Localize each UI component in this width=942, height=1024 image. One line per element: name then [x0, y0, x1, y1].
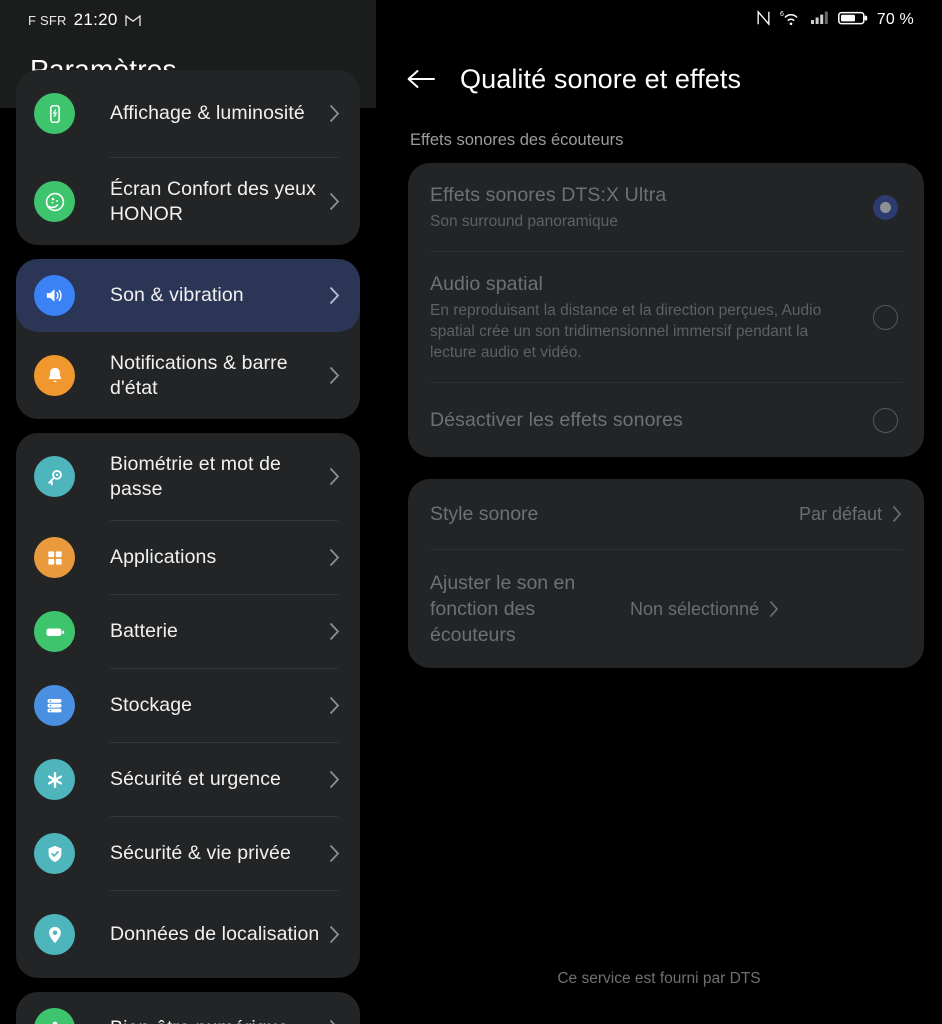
sidebar-item-label: Biométrie et mot de passe: [110, 452, 281, 500]
sidebar-group-display: Affichage & luminosité Écran Confort des…: [16, 70, 360, 245]
sidebar-item-securite-urgence[interactable]: Sécurité et urgence: [16, 743, 360, 816]
chevron-right-icon: [329, 366, 346, 385]
sidebar-item-label: Sécurité & vie privée: [110, 842, 291, 864]
chevron-right-icon: [329, 192, 346, 211]
location-pin-icon: [34, 914, 75, 955]
eye-comfort-icon: [34, 181, 75, 222]
chevron-right-icon: [329, 770, 346, 789]
sidebar-item-bien-etre-numerique[interactable]: Bien-être numérique: [16, 992, 360, 1024]
sidebar-item-label: Bien-être numérique: [75, 1016, 329, 1024]
chevron-right-icon: [769, 600, 779, 618]
link-row-ajuster-le-son[interactable]: Ajuster le son en fonction des écouteurs…: [408, 550, 924, 668]
link-label: Style sonore: [430, 503, 539, 525]
gmail-icon: [124, 14, 141, 27]
option-texts: Audio spatial En reproduisant la distanc…: [430, 271, 859, 363]
footer-note: Ce service est fourni par DTS: [557, 970, 761, 987]
sidebar-item-ecran-confort-yeux-honor[interactable]: Écran Confort des yeux HONOR: [16, 158, 360, 245]
detail-panel: 6 70 % Qualité sonore et effets Effets s…: [376, 0, 942, 1024]
chevron-right-icon: [892, 505, 902, 523]
option-texts: Effets sonores DTS:X Ultra Son surround …: [430, 182, 859, 232]
sidebar-item-donnees-localisation[interactable]: Données de localisation: [16, 891, 360, 978]
sidebar-item-label: Stockage: [110, 694, 193, 716]
sidebar-item-label: Notifications & barre d'état: [110, 351, 288, 399]
key-icon: [34, 456, 75, 497]
settings-screen: F SFR 21:20 Paramètres Affichage & lumin…: [0, 0, 942, 1024]
chevron-right-icon: [329, 1019, 346, 1024]
option-title: Effets sonores DTS:X Ultra: [430, 184, 667, 206]
section-label-headphone-effects: Effets sonores des écouteurs: [410, 131, 624, 149]
sidebar-group-system: Biométrie et mot de passe Applications B…: [16, 433, 360, 978]
chevron-right-icon: [329, 467, 346, 486]
link-label: Ajuster le son en fonction des écouteurs: [430, 572, 576, 646]
speaker-icon: [34, 275, 75, 316]
option-row-audio-spatial[interactable]: Audio spatial En reproduisant la distanc…: [408, 252, 924, 382]
option-description: Son surround panoramique: [430, 213, 618, 230]
digital-wellbeing-icon: [34, 1008, 75, 1024]
back-arrow-icon[interactable]: [404, 62, 438, 96]
nfc-icon: [756, 9, 771, 31]
sidebar-item-label: Affichage & luminosité: [110, 102, 305, 124]
cellular-signal-icon: [810, 10, 829, 30]
sound-effects-card: Effets sonores DTS:X Ultra Son surround …: [408, 163, 924, 457]
sound-settings-card: Style sonore Par défaut Ajuster le son e…: [408, 479, 924, 668]
apps-grid-icon: [34, 537, 75, 578]
link-row-style-sonore[interactable]: Style sonore Par défaut: [408, 479, 924, 549]
battery-level-label: 70 %: [876, 11, 914, 28]
sidebar-item-label: Données de localisation: [110, 923, 320, 945]
sidebar-item-son-vibration[interactable]: Son & vibration: [16, 259, 360, 332]
carrier-label: F SFR: [28, 12, 67, 28]
chevron-right-icon: [329, 104, 346, 123]
chevron-right-icon: [329, 622, 346, 641]
option-texts: Désactiver les effets sonores: [430, 407, 859, 433]
sidebar-item-label: Sécurité et urgence: [110, 768, 282, 790]
brightness-icon: [34, 93, 75, 134]
shield-check-icon: [34, 833, 75, 874]
battery-icon: [34, 611, 75, 652]
storage-icon: [34, 685, 75, 726]
chevron-right-icon: [329, 286, 346, 305]
option-title: Audio spatial: [430, 273, 543, 295]
sidebar-item-affichage-luminosite[interactable]: Affichage & luminosité: [16, 70, 360, 157]
sidebar-scroll-area[interactable]: Affichage & luminosité Écran Confort des…: [0, 70, 376, 1024]
detail-title: Qualité sonore et effets: [460, 63, 742, 94]
sidebar-item-securite-vie-privee[interactable]: Sécurité & vie privée: [16, 817, 360, 890]
sidebar-item-biometrie-mot-de-passe[interactable]: Biométrie et mot de passe: [16, 433, 360, 520]
option-row-dts-x-ultra[interactable]: Effets sonores DTS:X Ultra Son surround …: [408, 163, 924, 251]
sidebar-item-label: Écran Confort des yeux HONOR: [110, 177, 316, 225]
option-title: Désactiver les effets sonores: [430, 409, 683, 431]
bell-icon: [34, 355, 75, 396]
status-bar-right: 6 70 %: [376, 0, 942, 40]
radio-button-disable-effects[interactable]: [873, 407, 898, 433]
chevron-right-icon: [329, 548, 346, 567]
radio-button-audio-spatial[interactable]: [873, 304, 898, 330]
sidebar-item-stockage[interactable]: Stockage: [16, 669, 360, 742]
sidebar-group-sound: Son & vibration Notifications & barre d'…: [16, 259, 360, 419]
sidebar-item-label: Batterie: [110, 620, 179, 642]
sidebar-group-wellbeing: Bien-être numérique: [16, 992, 360, 1024]
battery-icon: [837, 10, 868, 31]
clock-label: 21:20: [73, 10, 118, 29]
chevron-right-icon: [329, 696, 346, 715]
sidebar-item-label: Applications: [110, 546, 217, 568]
svg-text:6: 6: [780, 11, 784, 18]
link-value: Non sélectionné: [630, 598, 760, 619]
wifi-6-icon: 6: [780, 9, 802, 31]
sidebar-item-notifications-barre-etat[interactable]: Notifications & barre d'état: [16, 332, 360, 419]
asterisk-icon: [34, 759, 75, 800]
sidebar-item-label: Son & vibration: [110, 284, 244, 306]
chevron-right-icon: [329, 844, 346, 863]
option-row-disable-effects[interactable]: Désactiver les effets sonores: [408, 383, 924, 457]
link-value: Par défaut: [798, 503, 882, 524]
detail-header: Qualité sonore et effets: [376, 40, 942, 96]
status-bar-left: F SFR 21:20: [0, 0, 376, 40]
sidebar-item-batterie[interactable]: Batterie: [16, 595, 360, 668]
chevron-right-icon: [329, 925, 346, 944]
option-description: En reproduisant la distance et la direct…: [430, 302, 822, 361]
radio-button-dts-x-ultra[interactable]: [873, 194, 898, 220]
sidebar-item-applications[interactable]: Applications: [16, 521, 360, 594]
settings-sidebar: F SFR 21:20 Paramètres Affichage & lumin…: [0, 0, 376, 1024]
